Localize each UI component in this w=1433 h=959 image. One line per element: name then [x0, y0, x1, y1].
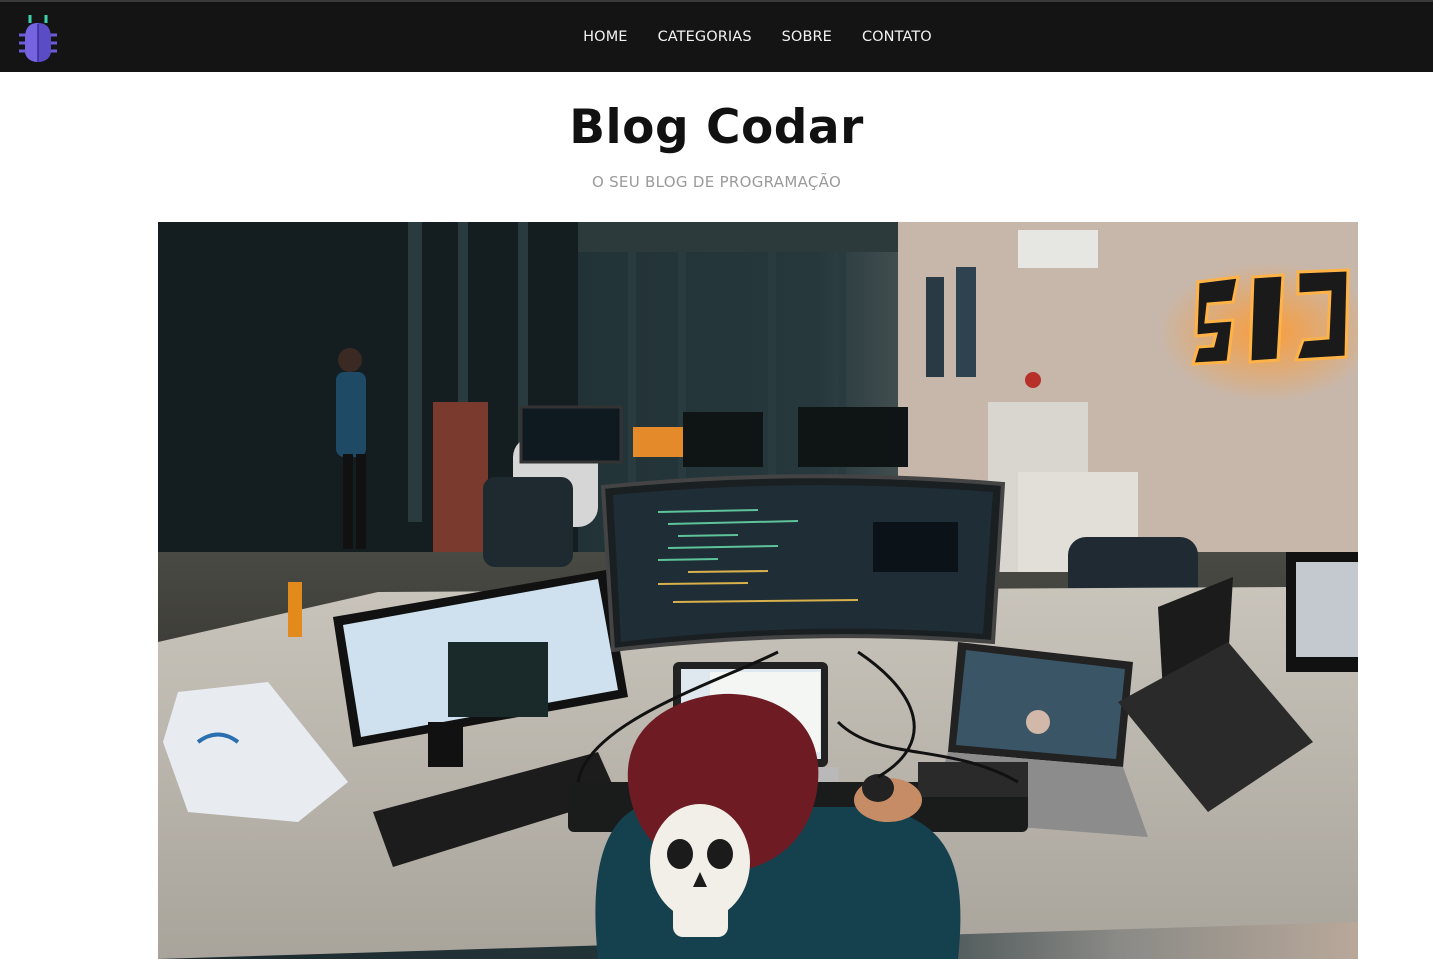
- nav-home[interactable]: HOME: [583, 29, 627, 45]
- main-nav: HOME CATEGORIAS SOBRE CONTATO: [0, 2, 1433, 72]
- hero-image: [158, 222, 1358, 959]
- nav-sobre[interactable]: SOBRE: [782, 29, 832, 45]
- page-subtitle: O SEU BLOG DE PROGRAMAÇÃO: [591, 173, 842, 191]
- page-title: Blog Codar: [569, 100, 864, 155]
- nav-contato[interactable]: CONTATO: [862, 29, 932, 45]
- top-navbar: HOME CATEGORIAS SOBRE CONTATO: [0, 0, 1433, 72]
- nav-categorias[interactable]: CATEGORIAS: [658, 29, 752, 45]
